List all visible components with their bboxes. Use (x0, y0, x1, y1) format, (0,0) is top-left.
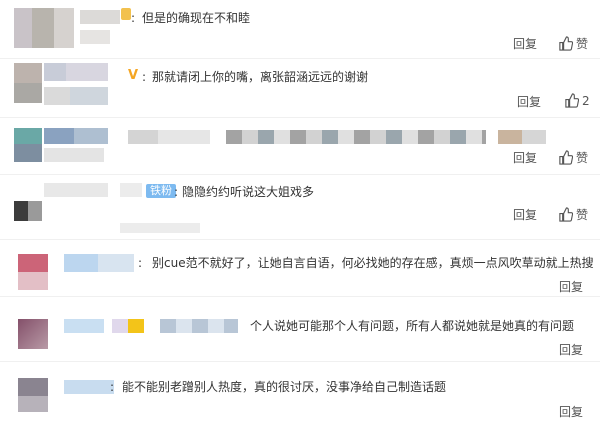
like-button[interactable]: 赞 (558, 206, 588, 223)
reply-button[interactable]: 回复 (517, 95, 541, 109)
like-button[interactable]: 2 (564, 93, 590, 108)
username-blur[interactable] (160, 319, 238, 333)
vip-icon (121, 8, 131, 20)
comment-text: 别cue范不就好了，让她自言自语，何必找她的存在感，真烦一点风吹草动就上热搜 (152, 256, 594, 270)
blurred-content (498, 130, 546, 144)
reply-button[interactable]: 回复 (559, 343, 583, 357)
colon: : (138, 256, 143, 270)
comment-text: 那就请闭上你的嘴，离张韶涵远远的谢谢 (152, 70, 369, 84)
comment-text: 能不能别老蹭别人热度，真的很讨厌，没事净给自己制造话题 (122, 380, 447, 394)
blurred-content (128, 130, 210, 144)
comment-item: 回复 赞 (0, 118, 600, 174)
comment-item: : 但是的确现在不和睦 回复 赞 (0, 0, 600, 58)
like-count: 2 (582, 93, 590, 108)
comment-item: : 能不能别老蹭别人热度，真的很讨厌，没事净给自己制造话题 回复 (0, 362, 600, 429)
username-blur[interactable] (64, 380, 114, 394)
comment-item: V : 那就请闭上你的嘴，离张韶涵远远的谢谢 回复 2 (0, 59, 600, 117)
reply-button[interactable]: 回复 (513, 37, 537, 51)
username-blur[interactable] (44, 128, 108, 144)
like-button[interactable]: 赞 (558, 35, 588, 52)
reply-button[interactable]: 回复 (559, 280, 583, 294)
comment-item: : 别cue范不就好了，让她自言自语，何必找她的存在感，真烦一点风吹草动就上热搜… (0, 240, 600, 296)
username-blur[interactable] (44, 87, 108, 105)
like-label: 赞 (576, 208, 589, 222)
username-blur[interactable] (44, 183, 108, 197)
like-label: 赞 (576, 151, 589, 165)
username-blur[interactable] (44, 148, 104, 162)
username-blur[interactable] (64, 319, 104, 333)
username-blur[interactable] (120, 183, 142, 197)
comment-text: 隐隐约约听说这大姐戏多 (182, 185, 315, 199)
avatar[interactable] (14, 63, 42, 103)
username-blur[interactable] (80, 10, 120, 24)
colon: : (142, 70, 147, 84)
like-button[interactable]: 赞 (558, 149, 588, 166)
thumbs-up-icon (559, 36, 573, 51)
comment-item: 铁粉 : 隐隐约约听说这大姐戏多 回复 赞 (0, 175, 600, 239)
blurred-content (226, 130, 486, 144)
username-blur[interactable] (80, 30, 110, 44)
username-blur[interactable] (44, 63, 108, 81)
thumbs-up-icon (559, 207, 573, 222)
thumbs-up-icon (565, 93, 579, 108)
username-blur[interactable] (112, 319, 144, 333)
reply-button[interactable]: 回复 (559, 405, 583, 419)
avatar[interactable] (14, 8, 74, 48)
blurred-content (120, 223, 200, 233)
comment-item: 个人说她可能那个人有问题，所有人都说她就是她真的有问题 回复 (0, 297, 600, 361)
reply-button[interactable]: 回复 (513, 208, 537, 222)
username-blur[interactable] (64, 254, 134, 272)
fan-badge: 铁粉 (146, 184, 176, 198)
comment-text: 但是的确现在不和睦 (142, 11, 251, 25)
comment-text: 个人说她可能那个人有问题，所有人都说她就是她真的有问题 (250, 319, 575, 333)
avatar[interactable] (18, 319, 48, 349)
colon: : (110, 380, 115, 394)
reply-button[interactable]: 回复 (513, 151, 537, 165)
colon: : (131, 11, 136, 25)
vip-badge: V (128, 68, 139, 83)
avatar[interactable] (14, 128, 42, 162)
thumbs-up-icon (559, 150, 573, 165)
avatar[interactable] (14, 201, 42, 221)
avatar[interactable] (18, 378, 48, 412)
colon: : (174, 185, 179, 199)
like-label: 赞 (576, 37, 589, 51)
avatar[interactable] (18, 254, 48, 290)
